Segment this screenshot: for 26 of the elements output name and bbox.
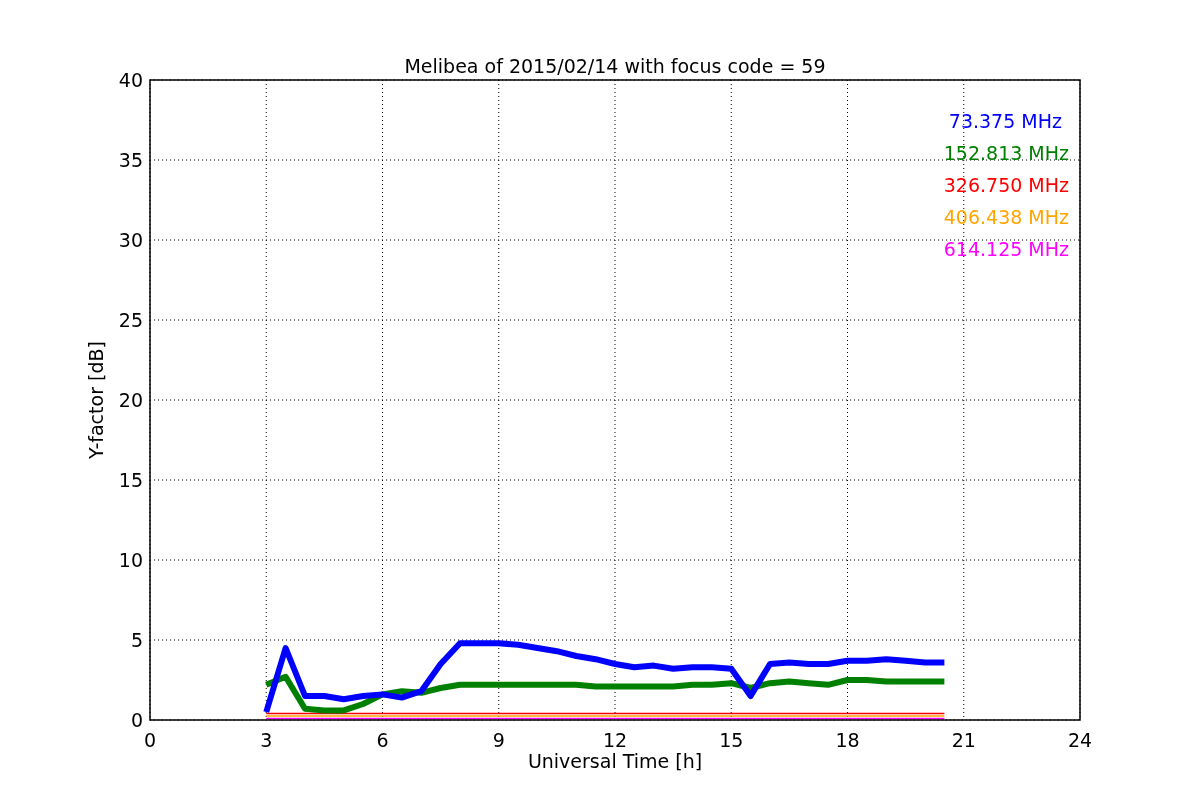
- legend-label: 73.375 MHz: [948, 110, 1062, 132]
- y-tick-label: 15: [118, 469, 143, 491]
- chart-title: Melibea of 2015/02/14 with focus code = 59: [404, 55, 826, 77]
- x-tick-label: 24: [1067, 729, 1093, 751]
- y-tick-label: 25: [118, 309, 143, 331]
- x-axis-label: Universal Time [h]: [527, 750, 703, 772]
- legend-label: 406.438 MHz: [943, 206, 1069, 228]
- y-tick-label: 30: [118, 229, 143, 251]
- y-tick-label: 5: [130, 629, 143, 651]
- legend-label: 614.125 MHz: [943, 238, 1069, 260]
- x-tick-label: 12: [602, 729, 628, 751]
- x-tick-label: 9: [492, 729, 505, 751]
- y-tick-label: 20: [118, 389, 143, 411]
- y-axis-label: Y-factor [dB]: [85, 341, 107, 459]
- y-tick-label: 35: [118, 149, 143, 171]
- y-tick-label: 10: [118, 549, 143, 571]
- legend-label: 326.750 MHz: [943, 174, 1069, 196]
- y-tick-label: 40: [118, 69, 143, 91]
- x-tick-label: 3: [260, 729, 273, 751]
- x-tick-label: 0: [143, 729, 157, 751]
- x-tick-label: 18: [835, 729, 860, 751]
- x-tick-label: 6: [376, 729, 389, 751]
- x-tick-label: 21: [951, 729, 976, 751]
- x-tick-label: 15: [719, 729, 744, 751]
- legend-label: 152.813 MHz: [943, 142, 1069, 164]
- y-tick-label: 0: [130, 709, 143, 731]
